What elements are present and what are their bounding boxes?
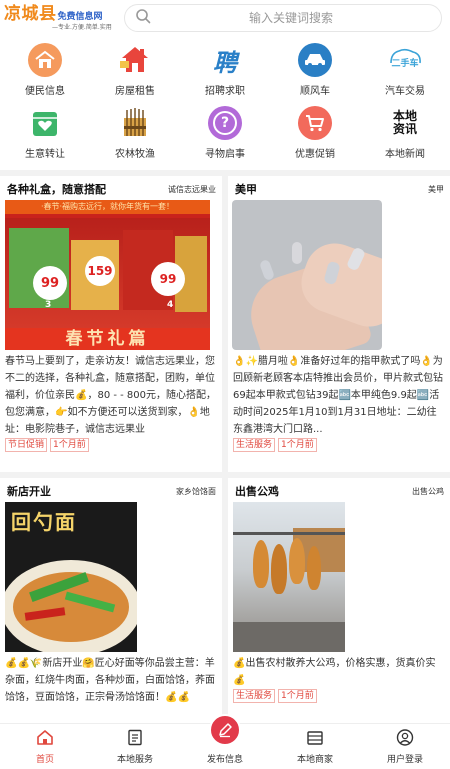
category-label: 便民信息 [25, 86, 65, 97]
post-card[interactable]: 美甲 美甲 👌✨腊月啦👌准备好过年的指甲款式了吗👌为回顾新老顾客本店特推出会员价… [228, 176, 450, 472]
post-time-badge: 1个月前 [278, 438, 317, 452]
post-image[interactable]: ·春节·福购志远行，就你年货有一套！ 99 159 99 3 4 春节礼篇 [5, 200, 210, 350]
category-promotions[interactable]: 优惠促销 [270, 105, 360, 160]
category-grid: 便民信息 房屋租售 聘 招聘求职 顺风车 二手车 汽车交易 生意转让 农林牧渔 [0, 36, 450, 170]
category-rideshare[interactable]: 顺风车 [270, 42, 360, 97]
edit-icon[interactable] [209, 714, 241, 746]
logo-main-text: 凉城县 [4, 3, 57, 24]
wheat-icon [117, 105, 153, 141]
category-convenience[interactable]: 便民信息 [0, 42, 90, 97]
category-label: 寻物启事 [205, 149, 245, 160]
post-feed: 各种礼盒，随意搭配 诚信志远果业 ·春节·福购志远行，就你年货有一套！ 99 1… [0, 176, 450, 769]
service-icon [126, 729, 144, 750]
category-label: 汽车交易 [385, 86, 425, 97]
recruit-icon: 聘 [213, 48, 237, 77]
category-label: 房屋租售 [115, 86, 155, 97]
post-description: 👌✨腊月啦👌准备好过年的指甲款式了吗👌为回顾新老顾客本店特推出会员价，甲片款式包… [233, 356, 443, 435]
nav-local-merchants[interactable]: 本地商家 [280, 729, 350, 765]
post-shop-tag: 家乡饸饹面 [176, 486, 216, 496]
house-sale-icon [117, 42, 153, 78]
nav-label: 首页 [35, 755, 54, 765]
post-time-badge: 1个月前 [50, 438, 89, 452]
category-label: 农林牧渔 [115, 149, 155, 160]
nav-local-service[interactable]: 本地服务 [100, 729, 170, 765]
category-business-transfer[interactable]: 生意转让 [0, 105, 90, 160]
category-car-trade[interactable]: 二手车 汽车交易 [360, 42, 450, 97]
post-shop-tag: 出售公鸡 [412, 486, 444, 496]
svg-text:二手车: 二手车 [391, 57, 418, 69]
category-lost-found[interactable]: ? 寻物启事 [180, 105, 270, 160]
post-title: 新店开业 [7, 485, 51, 498]
bottom-navigation: 首页 本地服务 发布信息 本地商家 用户登录 [0, 714, 450, 769]
shop-icon [27, 105, 63, 141]
user-icon [396, 729, 414, 750]
post-category-badge: 生活服务 [233, 438, 276, 452]
post-category-badge: 生活服务 [233, 689, 276, 703]
site-logo[interactable]: 凉城县 免费信息网 —专业.方便.简单.实用 [4, 3, 116, 31]
house-icon [28, 43, 62, 77]
post-time-badge: 1个月前 [278, 689, 317, 703]
category-label: 招聘求职 [205, 86, 245, 97]
logo-slogan: —专业.方便.简单.实用 [52, 23, 112, 31]
post-description: 春节马上要到了，走亲访友！诚信志远果业，您不二的选择，各种礼盒，随意搭配，团购，… [5, 356, 217, 435]
nav-home[interactable]: 首页 [10, 729, 80, 765]
post-category-badge: 节日促销 [5, 438, 48, 452]
category-label: 优惠促销 [295, 149, 335, 160]
header: 凉城县 免费信息网 —专业.方便.简单.实用 [0, 0, 450, 36]
cart-icon [298, 106, 332, 140]
nav-label: 用户登录 [386, 755, 423, 765]
post-image[interactable] [233, 502, 345, 652]
post-title: 美甲 [235, 183, 257, 196]
category-label: 顺风车 [300, 86, 330, 97]
category-agriculture[interactable]: 农林牧渔 [90, 105, 180, 160]
post-shop-tag: 美甲 [428, 184, 444, 194]
news-icon: 本地 资讯 [392, 109, 417, 136]
store-icon [306, 729, 324, 750]
question-icon: ? [208, 106, 242, 140]
category-housing[interactable]: 房屋租售 [90, 42, 180, 97]
post-title: 各种礼盒，随意搭配 [7, 183, 106, 196]
category-local-news[interactable]: 本地 资讯 本地新闻 [360, 105, 450, 160]
nav-user-login[interactable]: 用户登录 [370, 729, 440, 765]
nav-label: 发布信息 [206, 755, 243, 765]
category-jobs[interactable]: 聘 招聘求职 [180, 42, 270, 98]
post-image[interactable] [232, 200, 382, 350]
post-title: 出售公鸡 [235, 485, 279, 498]
post-image[interactable]: 回勺面 [5, 502, 137, 652]
logo-sub-text: 免费信息网 [57, 11, 103, 22]
post-description: 💰出售农村散养大公鸡，价格实惠，货真价实💰 [233, 658, 436, 686]
car-icon [298, 43, 332, 77]
nav-label: 本地服务 [116, 755, 153, 765]
nav-label: 本地商家 [296, 755, 333, 765]
post-shop-tag: 诚信志远果业 [168, 184, 216, 194]
category-label: 本地新闻 [385, 149, 425, 160]
category-label: 生意转让 [25, 149, 65, 160]
nav-publish[interactable]: 发布信息 [190, 714, 260, 765]
used-car-icon: 二手车 [385, 42, 425, 78]
search-box[interactable] [124, 4, 442, 32]
home-icon [36, 729, 54, 750]
search-icon [135, 8, 151, 28]
post-card[interactable]: 各种礼盒，随意搭配 诚信志远果业 ·春节·福购志远行，就你年货有一套！ 99 1… [0, 176, 222, 472]
search-input[interactable] [151, 11, 431, 25]
